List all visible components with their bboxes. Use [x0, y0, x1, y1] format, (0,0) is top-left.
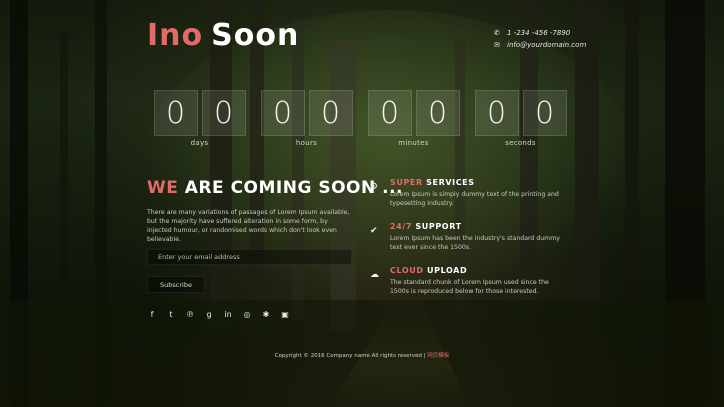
feature-title-rest: SERVICES — [426, 178, 475, 187]
google-plus-icon[interactable]: g — [205, 311, 213, 319]
twitter-icon[interactable]: t — [167, 311, 175, 319]
phone-icon: ✆ — [494, 29, 500, 37]
feature-title: 24/7 SUPPORT — [390, 222, 568, 231]
feature-item: ☁ CLOUD UPLOAD The standard chunk of Lor… — [370, 266, 580, 296]
check-icon: ✔ — [370, 226, 378, 236]
email-row[interactable]: ✉ info@yourdomain.com — [494, 39, 586, 51]
subscribe-button[interactable]: Subscribe — [147, 276, 205, 293]
feature-text: The standard chunk of Lorem Ipsum used s… — [390, 279, 549, 295]
logo[interactable]: Ino Soon — [147, 18, 299, 53]
heading-highlight: WE — [147, 178, 179, 198]
instagram-icon[interactable]: ◎ — [243, 311, 251, 319]
countdown-hours: 0 0 hours — [253, 90, 360, 148]
copyright-text: Copyright © 2016 Company name All rights… — [274, 353, 426, 359]
forest-background — [0, 0, 724, 407]
minutes-label: minutes — [398, 139, 429, 147]
youtube-icon[interactable]: ▣ — [281, 311, 289, 319]
minutes-digit-2: 0 — [415, 90, 460, 136]
phone-text: 1 -234 -456 -7890 — [507, 29, 571, 37]
seconds-label: seconds — [505, 139, 536, 147]
days-digit-1: 0 — [153, 90, 198, 136]
facebook-icon[interactable]: f — [148, 311, 156, 319]
linkedin-icon[interactable]: in — [224, 311, 232, 319]
feature-title: CLOUD UPLOAD — [390, 266, 568, 275]
hours-digit-2: 0 — [308, 90, 353, 136]
days-label: days — [190, 139, 209, 147]
countdown-days: 0 0 days — [146, 90, 253, 148]
gears-icon: ⚙ — [370, 182, 379, 192]
feature-item: ✔ 24/7 SUPPORT Lorem Ipsum has been the … — [370, 222, 580, 252]
countdown-minutes: 0 0 minutes — [360, 90, 467, 148]
footer-link[interactable]: 网页模板 — [427, 353, 449, 359]
feature-title-highlight: 24/7 — [390, 222, 413, 231]
feature-text: Lorem Ipsum is simply dummy text of the … — [390, 191, 559, 207]
feature-text: Lorem Ipsum has been the industry's stan… — [390, 235, 560, 251]
dark-overlay — [0, 0, 724, 407]
envelope-icon: ✉ — [494, 41, 500, 49]
phone-row: ✆ 1 -234 -456 -7890 — [494, 27, 586, 39]
hero-description: There are many variations of passages of… — [147, 209, 350, 243]
feature-title-highlight: SUPER — [390, 178, 423, 187]
minutes-digit-1: 0 — [367, 90, 412, 136]
logo-part-2: Soon — [211, 18, 300, 53]
logo-part-1: Ino — [147, 18, 204, 53]
contact-info: ✆ 1 -234 -456 -7890 ✉ info@yourdomain.co… — [494, 27, 586, 51]
seconds-digit-1: 0 — [474, 90, 519, 136]
email-text[interactable]: info@yourdomain.com — [507, 41, 586, 49]
social-links: f t ℗ g in ◎ ✱ ▣ — [148, 311, 289, 319]
yelp-icon[interactable]: ✱ — [262, 311, 270, 319]
feature-item: ⚙ SUPER SERVICES Lorem Ipsum is simply d… — [370, 178, 580, 208]
feature-title-rest: SUPPORT — [415, 222, 462, 231]
hours-label: hours — [295, 139, 318, 147]
countdown-timer: 0 0 days 0 0 hours 0 0 minutes 0 0 secon… — [146, 90, 574, 148]
hours-digit-1: 0 — [260, 90, 305, 136]
seconds-digit-2: 0 — [522, 90, 567, 136]
footer: Copyright © 2016 Company name All rights… — [0, 351, 724, 359]
countdown-seconds: 0 0 seconds — [467, 90, 574, 148]
cloud-upload-icon: ☁ — [370, 270, 379, 280]
feature-title: SUPER SERVICES — [390, 178, 568, 187]
email-input[interactable] — [147, 249, 352, 265]
pinterest-icon[interactable]: ℗ — [186, 311, 194, 319]
feature-title-rest: UPLOAD — [427, 266, 468, 275]
coming-soon-heading: WE ARE COMING SOON ... — [147, 178, 403, 198]
features-list: ⚙ SUPER SERVICES Lorem Ipsum is simply d… — [370, 178, 580, 310]
days-digit-2: 0 — [201, 90, 246, 136]
feature-title-highlight: CLOUD — [390, 266, 424, 275]
